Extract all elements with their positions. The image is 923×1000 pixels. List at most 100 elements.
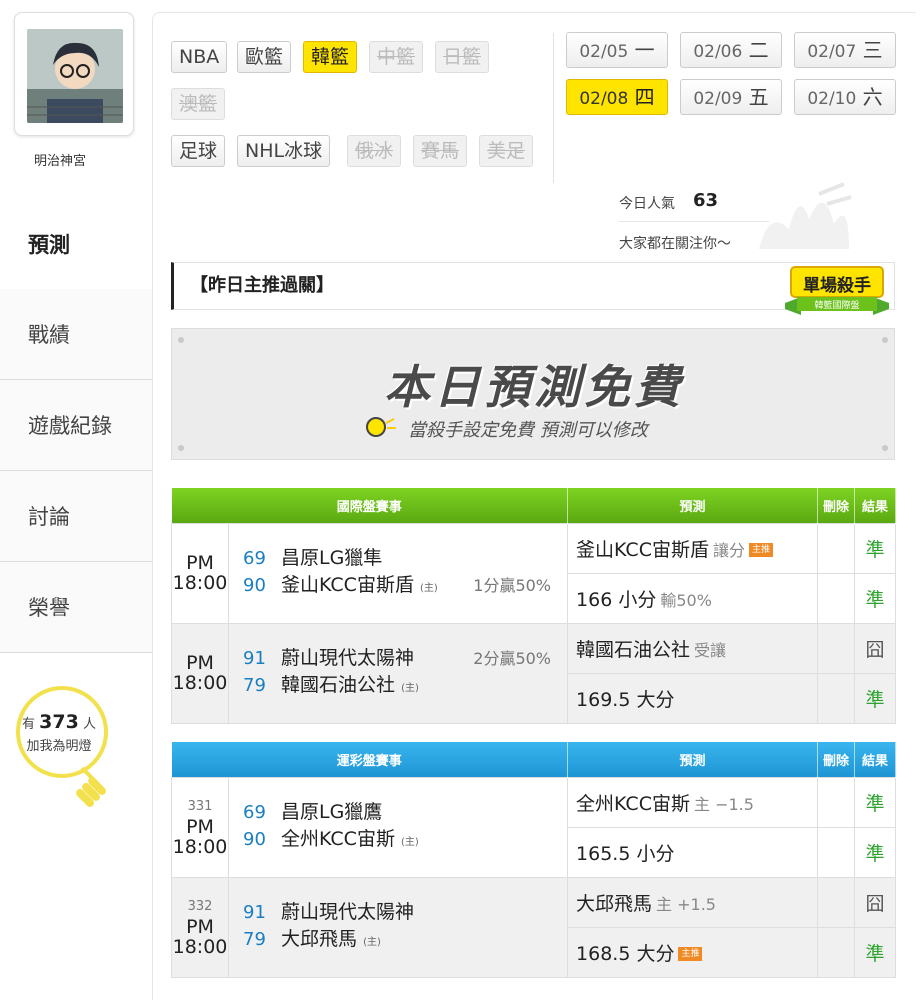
delete-cell[interactable]: [817, 522, 856, 574]
pick-cell: 韓國石油公社 受讓: [567, 622, 819, 674]
team-name: 蔚山現代太陽神: [281, 646, 415, 669]
date-button[interactable]: 02/09 五: [680, 79, 782, 115]
league-tag-nhl[interactable]: NHL冰球: [237, 135, 331, 167]
delete-cell[interactable]: [817, 572, 856, 624]
table-row: 331 PM 18:00 69 昌原LG獵鷹 90 全州KCC宙斯 (主) 全州KCC…: [171, 776, 897, 878]
free-banner: 本日預測免費 當殺手設定免費 預測可以修改: [171, 328, 895, 460]
game-teams: 69 昌原LG獵隼 90 釜山KCC宙斯盾 (主) 1分贏50%: [227, 522, 569, 624]
home-mark: (主): [401, 836, 419, 848]
fan-prefix: 有: [22, 717, 36, 732]
header-result: 結果: [854, 742, 897, 777]
date-button[interactable]: 02/05 一: [566, 32, 668, 68]
pick-sub: 主 −1.5: [693, 794, 754, 814]
team-num: 91: [243, 647, 266, 669]
rivet: [882, 337, 888, 343]
game-time: PM 18:00: [172, 916, 228, 958]
popularity-value: 63: [693, 190, 719, 211]
pick-main: 166 小分: [576, 588, 657, 611]
sidebar-item-game-log[interactable]: 遊戲紀錄: [0, 380, 152, 471]
league-tag-horse: 賽馬: [413, 135, 468, 167]
pick-cell: 全州KCC宙斯主 −1.5: [567, 776, 819, 828]
free-title: 本日預測免費: [384, 360, 684, 414]
league-tag-china: 中籃: [369, 41, 424, 73]
league-tag-soccer[interactable]: 足球: [171, 135, 226, 167]
header-delete: 刪除: [817, 742, 856, 777]
header-game: 運彩盤賽事: [171, 742, 569, 777]
header-result: 結果: [854, 488, 897, 523]
pick-sub: 受讓: [694, 640, 727, 660]
game-time: PM 18:00: [171, 622, 229, 724]
delete-cell[interactable]: [817, 926, 856, 978]
pick-sub: 主 +1.5: [656, 894, 716, 914]
pick-cell: 169.5 大分: [567, 672, 819, 724]
badge-title: 單場殺手: [803, 276, 871, 296]
home-mark: (主): [363, 936, 381, 948]
sidebar-item-honors[interactable]: 榮譽: [0, 562, 152, 653]
table-row: PM 18:00 91 蔚山現代太陽神 2分贏50% 79 韓國石油公社 (主) 韓國…: [171, 622, 897, 724]
game-time: PM 18:00: [172, 816, 228, 858]
date-button[interactable]: 02/07 三: [794, 32, 896, 68]
team-name: 釜山KCC宙斯盾: [281, 573, 414, 596]
game-id: 332: [187, 899, 213, 914]
pick-cell: 165.5 小分: [567, 826, 819, 878]
pick-cell: 168.5 大分 主推: [567, 926, 819, 978]
sidebar-item-record[interactable]: 戰績: [0, 289, 152, 380]
home-mark: (主): [420, 582, 438, 594]
result-cell: 準: [854, 672, 897, 724]
header-game: 國際盤賽事: [171, 488, 569, 523]
rivet: [178, 337, 184, 343]
date-button[interactable]: 02/06 二: [680, 32, 782, 68]
delete-cell[interactable]: [817, 876, 856, 928]
result-cell: 準: [854, 572, 897, 624]
profile-name: 明治神宮: [33, 154, 86, 169]
pick-cell: 大邱飛馬主 +1.5: [567, 876, 819, 928]
result-cell: 準: [854, 776, 897, 828]
table-row: PM 18:00 69 昌原LG獵隼 90 釜山KCC宙斯盾 (主) 1分贏50% 釜…: [171, 522, 897, 624]
pick-main: 大邱飛馬: [576, 892, 653, 915]
team-name: 昌原LG獵鷹: [281, 800, 383, 823]
team-name: 韓國石油公社: [281, 673, 396, 696]
result-cell: 囧: [854, 622, 897, 674]
delete-cell[interactable]: [817, 672, 856, 724]
divider: [619, 221, 769, 222]
free-subtitle: 當殺手設定免費 預測可以修改: [408, 420, 648, 441]
fan-line2: 加我為明燈: [26, 739, 92, 754]
game-id-time: 332 PM 18:00: [171, 876, 229, 978]
pick-main: 全州KCC宙斯: [576, 792, 690, 815]
game-id-time: 331 PM 18:00: [171, 776, 229, 878]
header-pick: 預測: [567, 488, 819, 523]
date-button-selected[interactable]: 02/08 四: [566, 79, 668, 115]
table-row: 332 PM 18:00 91 蔚山現代太陽神 79 大邱飛馬 (主) 大邱飛馬主 +…: [171, 876, 897, 978]
delete-cell[interactable]: [817, 776, 856, 828]
result-cell: 囧: [854, 876, 897, 928]
team-num: 90: [243, 828, 266, 850]
pick-main: 165.5 小分: [576, 842, 675, 865]
main-panel: NBA 歐籃 韓籃 中籃 日籃 澳籃 足球 NHL冰球 俄冰 賽馬 美足 02/…: [152, 12, 916, 1000]
sidebar-item-discussion[interactable]: 討論: [0, 471, 152, 562]
sidebar-item-predict[interactable]: 預測: [0, 198, 152, 289]
league-tag-russia-hockey: 俄冰: [347, 135, 402, 167]
result-cell: 準: [854, 522, 897, 574]
delete-cell[interactable]: [817, 826, 856, 878]
result-cell: 準: [854, 826, 897, 878]
sidebar: 明治神宮 預測 戰績 遊戲紀錄 討論 榮譽 有 373 人 加我為明燈: [0, 0, 152, 1000]
date-button[interactable]: 02/10 六: [794, 79, 896, 115]
avatar[interactable]: [27, 29, 123, 123]
badge-subtitle: 韓籃國際盤: [814, 301, 860, 311]
lottery-games-table: 運彩盤賽事 預測 刪除 結果 331 PM 18:00 69 昌原LG獵鷹 90 全州…: [171, 742, 897, 978]
league-tag-euro[interactable]: 歐籃: [237, 41, 292, 73]
game-teams: 69 昌原LG獵鷹 90 全州KCC宙斯 (主): [227, 776, 569, 878]
avatar-card[interactable]: [14, 12, 134, 136]
team-num: 91: [243, 901, 266, 923]
divider: [553, 33, 554, 183]
team-name: 昌原LG獵隼: [281, 546, 383, 569]
killer-badge: 單場殺手 韓籃國際盤: [781, 263, 893, 321]
team-num: 69: [243, 547, 266, 569]
lightbulb-icon: [366, 417, 396, 437]
handicap-text: 1分贏50%: [473, 575, 552, 595]
league-tag-korea[interactable]: 韓籃: [303, 41, 358, 73]
home-mark: (主): [401, 682, 419, 694]
team-num: 79: [243, 928, 266, 950]
delete-cell[interactable]: [817, 622, 856, 674]
league-tag-nba[interactable]: NBA: [171, 41, 228, 73]
